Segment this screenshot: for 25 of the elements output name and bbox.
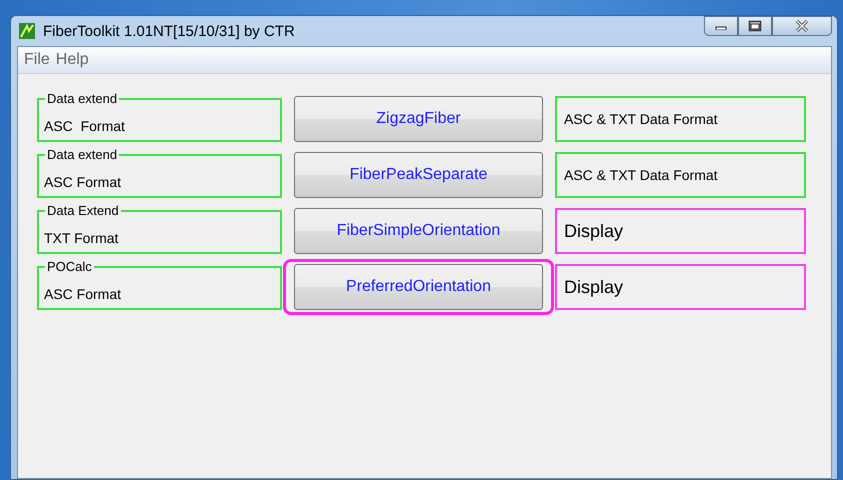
- menu-item[interactable]: File: [24, 51, 50, 69]
- format-label: ASC Format: [44, 174, 122, 190]
- app-icon: [19, 23, 35, 39]
- output-label: ASC & TXT Data Format: [555, 152, 806, 198]
- output-label: Display: [555, 264, 806, 310]
- group-title: Data extend: [45, 91, 120, 106]
- format-label: ASC Format: [44, 286, 122, 302]
- action-button[interactable]: FiberSimpleOrientation: [294, 208, 543, 254]
- maximize-icon: [748, 20, 762, 32]
- group-title: POCalc: [45, 259, 94, 274]
- maximize-button[interactable]: [738, 16, 772, 36]
- menu-item[interactable]: Help: [56, 51, 89, 69]
- output-label: ASC & TXT Data Format: [555, 96, 806, 142]
- action-button[interactable]: ZigzagFiber: [294, 96, 543, 142]
- minimize-button[interactable]: [704, 16, 738, 36]
- window-title: FiberToolkit 1.01NT[15/10/31] by CTR: [43, 22, 295, 40]
- group-title: Data Extend: [45, 203, 121, 218]
- close-icon: [795, 20, 809, 32]
- format-label: TXT Format: [44, 230, 118, 246]
- output-label: Display: [555, 208, 806, 254]
- group-title: Data extend: [45, 147, 120, 162]
- format-label: ASC Format: [44, 118, 125, 134]
- close-button[interactable]: [772, 16, 832, 36]
- action-button[interactable]: FiberPeakSeparate: [294, 152, 543, 198]
- action-button[interactable]: PreferredOrientation: [294, 264, 543, 310]
